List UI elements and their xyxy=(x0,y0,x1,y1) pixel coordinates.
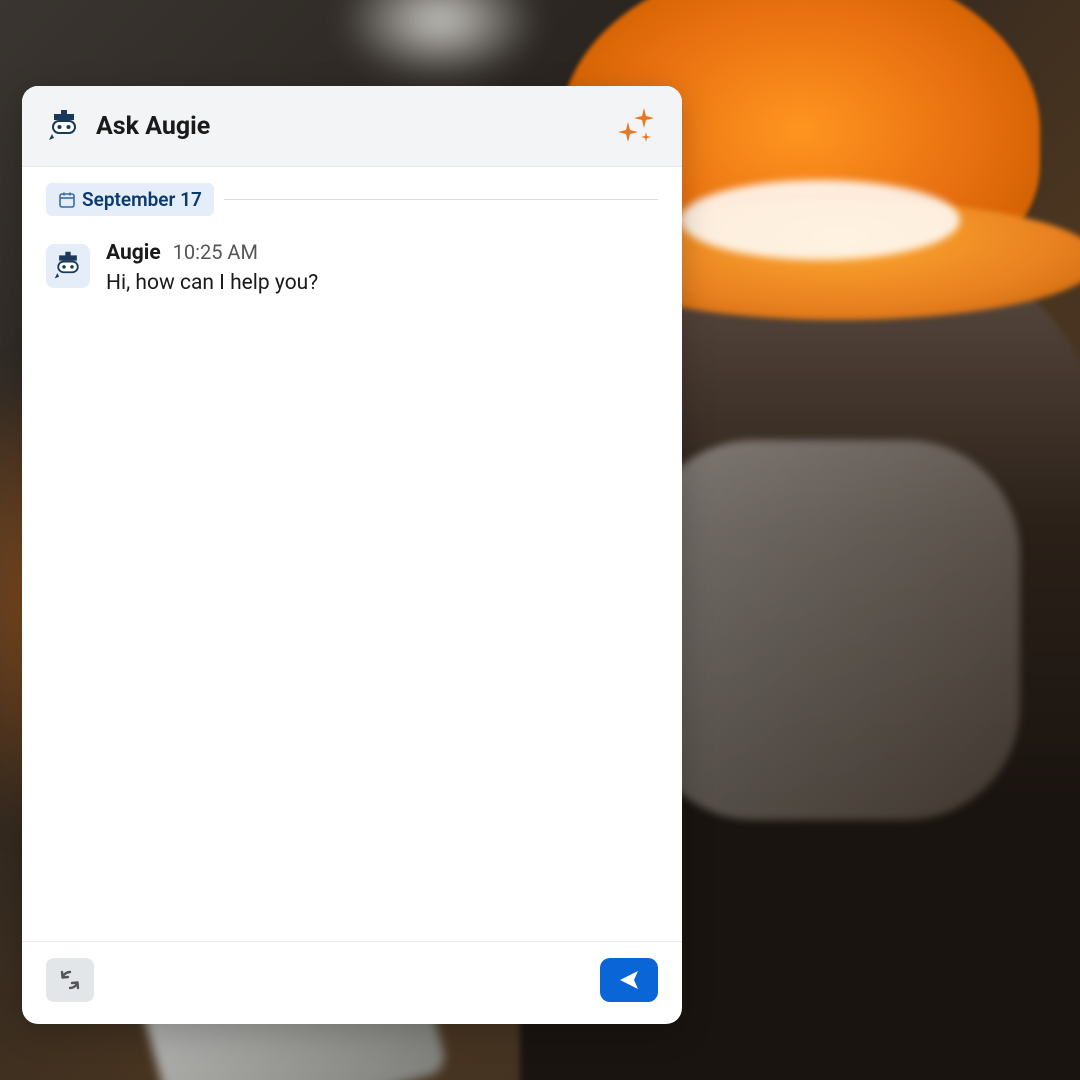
chat-body[interactable]: September 17 Augie 10:25 A xyxy=(22,167,682,941)
chat-message: Augie 10:25 AM Hi, how can I help you? xyxy=(46,240,658,298)
chat-footer xyxy=(22,941,682,1024)
avatar xyxy=(46,244,90,288)
augie-robot-icon xyxy=(52,250,84,282)
message-text: Hi, how can I help you? xyxy=(106,269,658,298)
chat-title: Ask Augie xyxy=(96,112,210,141)
augie-robot-icon xyxy=(46,108,82,144)
refresh-button[interactable] xyxy=(46,958,94,1002)
refresh-icon xyxy=(58,968,82,992)
sparkles-icon[interactable] xyxy=(614,104,658,148)
chat-header: Ask Augie xyxy=(22,86,682,167)
calendar-icon xyxy=(58,191,76,209)
date-badge: September 17 xyxy=(46,183,214,216)
date-divider: September 17 xyxy=(46,183,658,216)
message-time: 10:25 AM xyxy=(173,240,258,264)
sender-name: Augie xyxy=(106,241,161,265)
date-label: September 17 xyxy=(82,188,202,211)
chat-panel: Ask Augie September 17 xyxy=(22,86,682,1024)
send-icon xyxy=(617,968,641,992)
send-button[interactable] xyxy=(600,958,658,1002)
